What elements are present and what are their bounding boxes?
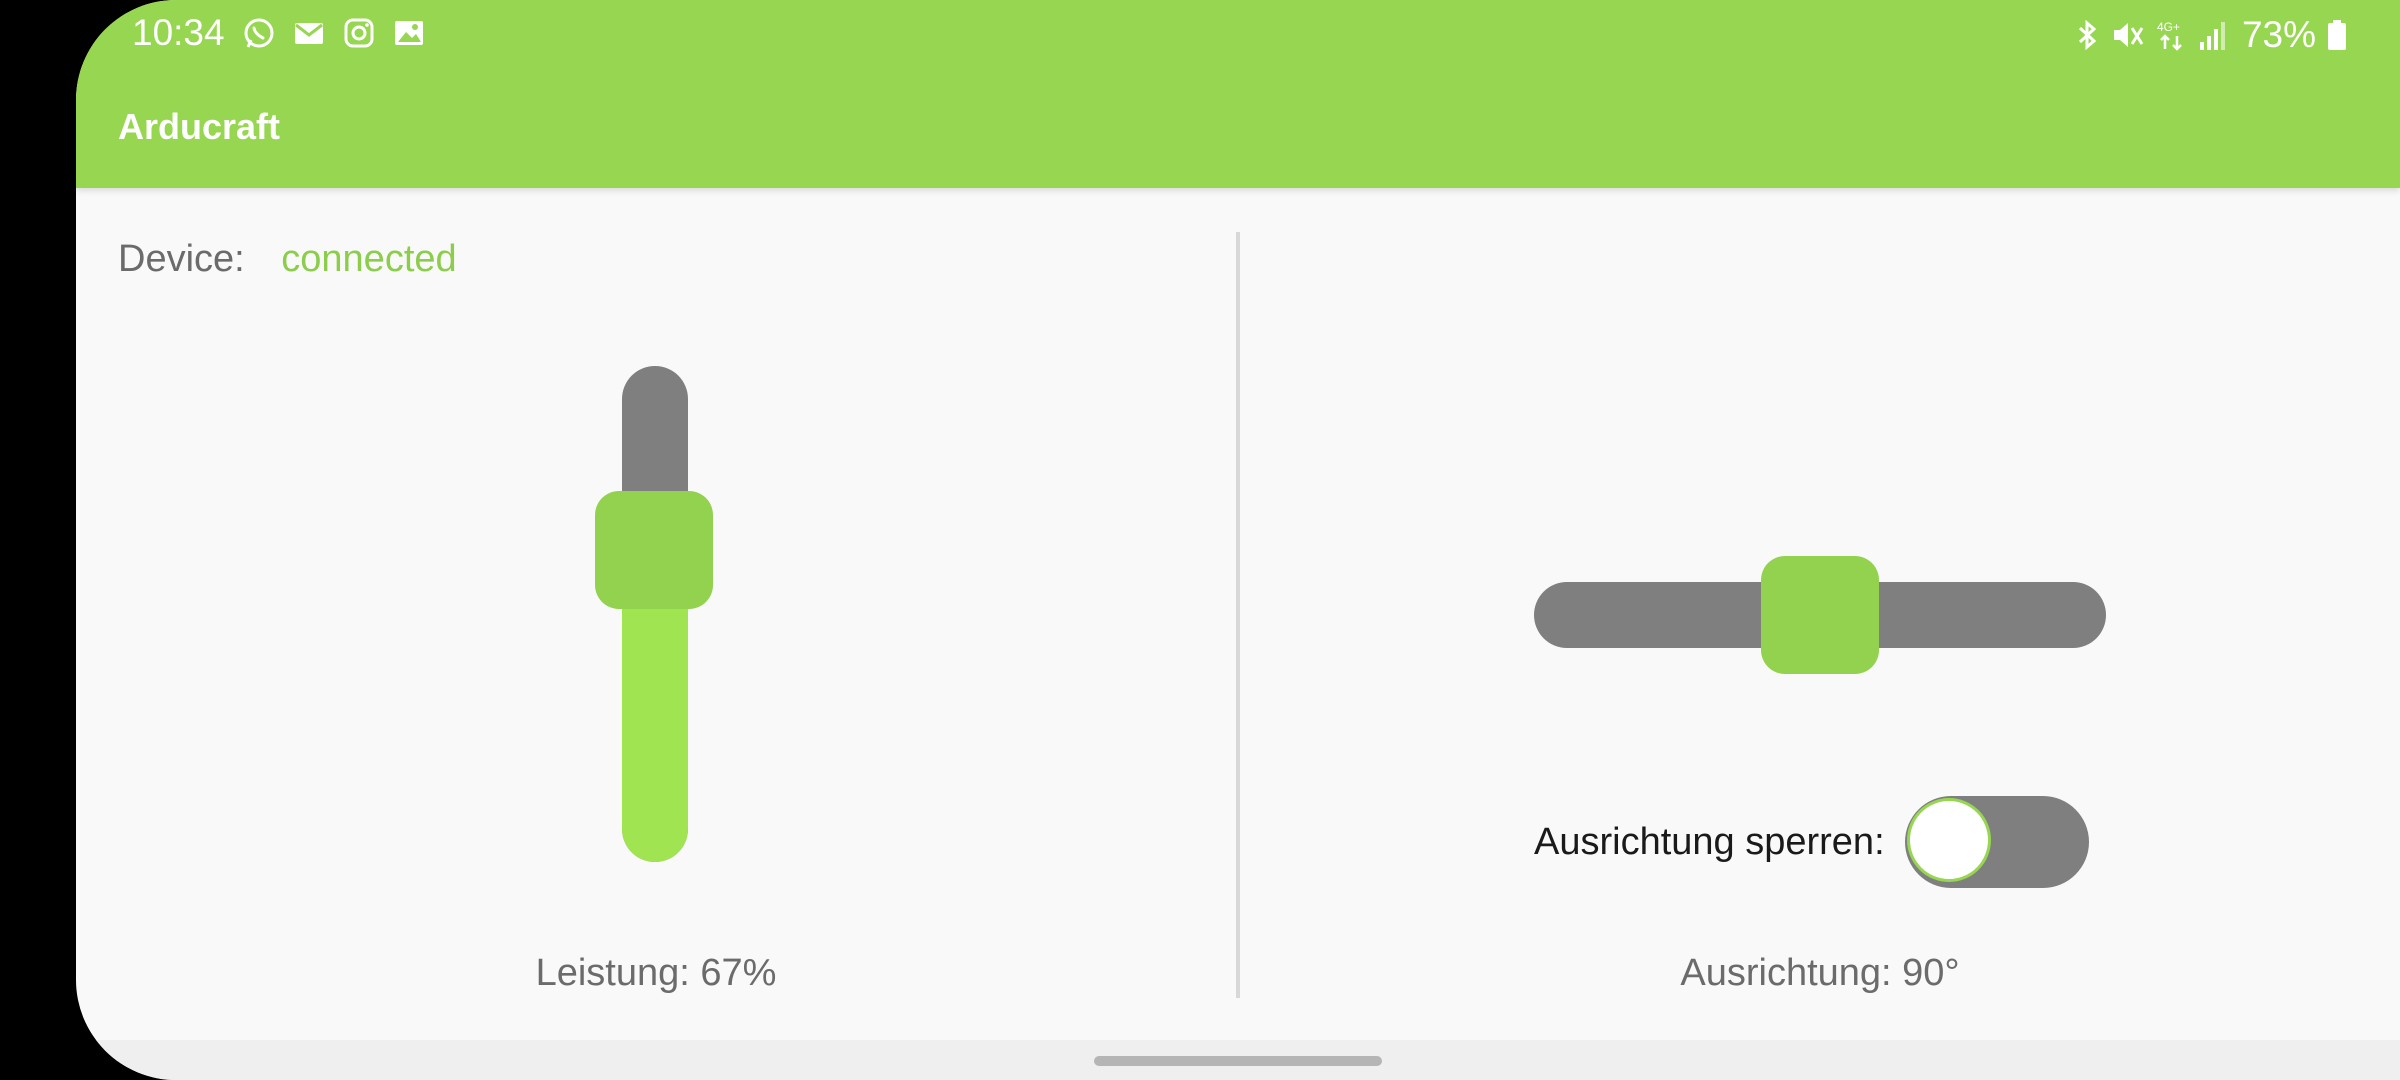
power-slider[interactable]: [595, 366, 713, 862]
battery-percentage: 73%: [2241, 14, 2316, 55]
email-icon: [292, 16, 326, 50]
power-value-label: Leistung: 67%: [535, 952, 777, 994]
orientation-lock-toggle[interactable]: [1904, 796, 2089, 888]
device-connection-status: connected: [281, 238, 457, 280]
instagram-icon: [342, 16, 376, 50]
orientation-value-label: Ausrichtung: 90°: [1680, 952, 1960, 994]
notification-icons: [242, 16, 426, 50]
gallery-icon: [392, 16, 426, 50]
svg-text:4G+: 4G+: [2157, 20, 2180, 34]
toggle-knob[interactable]: [1906, 798, 1991, 882]
mute-icon: [2110, 18, 2146, 52]
app-bar: 10:34 4G+ 73% Arducraft: [76, 0, 2400, 188]
orientation-lock-label: Ausrichtung sperren:: [1534, 820, 1885, 863]
status-time: 10:34: [132, 12, 225, 53]
orientation-slider-thumb[interactable]: [1761, 556, 1879, 674]
app-screen: 10:34 4G+ 73% Arducraft Device: connecte…: [76, 0, 2400, 1080]
navigation-bar: [76, 1040, 2400, 1080]
battery-icon: [2326, 18, 2348, 52]
device-status-row: Device: connected: [118, 238, 457, 281]
device-label: Device:: [118, 238, 245, 280]
bluetooth-icon: [2074, 18, 2100, 52]
app-title: Arducraft: [118, 106, 281, 147]
network-4g-icon: 4G+: [2156, 18, 2188, 52]
orientation-lock-row: Ausrichtung sperren:: [1534, 796, 2089, 888]
panel-divider: [1236, 232, 1240, 998]
power-slider-thumb[interactable]: [595, 490, 713, 609]
whatsapp-icon: [242, 16, 276, 50]
orientation-slider[interactable]: [1534, 556, 2106, 674]
system-icons: 4G+ 73%: [2074, 14, 2348, 56]
home-gesture-handle[interactable]: [1094, 1056, 1382, 1066]
status-bar: 10:34 4G+ 73%: [76, 0, 2400, 64]
signal-icon: [2198, 18, 2228, 52]
